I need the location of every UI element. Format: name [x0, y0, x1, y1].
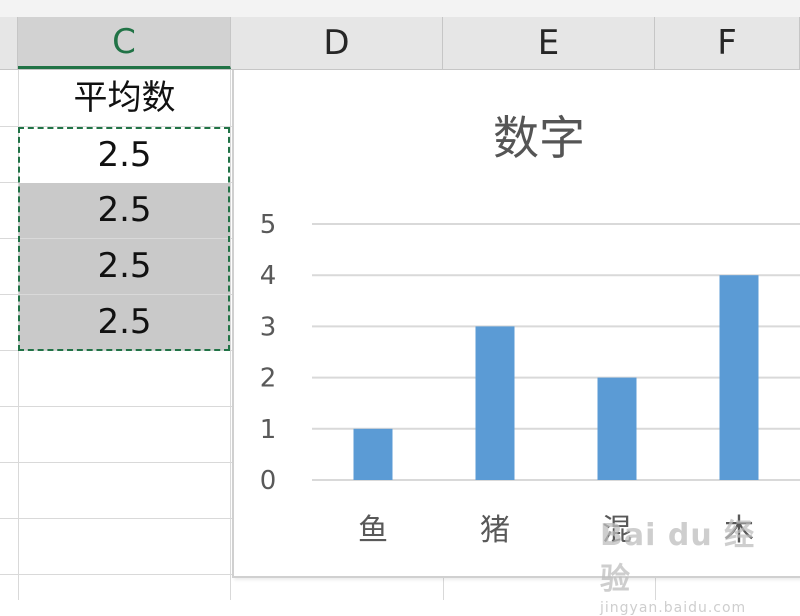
cell-c1-header[interactable]: 平均数	[19, 71, 230, 126]
watermark-logo: Bai du 经验 jingyan.baidu.com	[600, 510, 780, 616]
bar-鱼[interactable]	[353, 428, 393, 480]
column-header-row: C D E F	[0, 17, 800, 70]
chart-canvas: 数字 012345 鱼猪混木	[260, 111, 800, 548]
grid-line	[230, 70, 231, 600]
grid-line	[0, 126, 232, 127]
grid-line	[0, 350, 232, 351]
grid-line	[0, 574, 232, 575]
cell-c4[interactable]: 2.5	[19, 239, 230, 294]
bar-chart[interactable]: 数字 012345 鱼猪混木	[232, 70, 800, 578]
column-header-e[interactable]: E	[443, 17, 655, 69]
formula-bar-edge	[0, 0, 800, 18]
grid-line	[0, 518, 232, 519]
watermark-brand: Bai du 经验	[600, 518, 756, 597]
y-tick-label: 4	[260, 261, 277, 291]
spreadsheet: C D E F 平均数 2.5 2.5 2.5 2.5 数字 0 1 2 3 4 5 鱼 猪…	[0, 0, 800, 616]
cell-c2[interactable]: 2.5	[19, 128, 230, 183]
watermark-url: jingyan.baidu.com	[600, 600, 747, 616]
bar-混[interactable]	[597, 377, 637, 480]
column-header-c[interactable]: C	[18, 17, 231, 69]
y-tick-label: 5	[260, 210, 277, 240]
y-tick-label: 2	[260, 364, 277, 394]
grid-line	[0, 406, 232, 407]
row-header-stub[interactable]	[0, 17, 18, 69]
column-header-d[interactable]: D	[231, 17, 443, 69]
y-tick-label: 3	[260, 312, 277, 342]
column-header-f[interactable]: F	[655, 17, 800, 69]
cell-c5[interactable]: 2.5	[19, 295, 230, 350]
bar-猪[interactable]	[475, 326, 515, 480]
x-category-label: 鱼	[358, 513, 388, 548]
bar-木[interactable]	[719, 275, 759, 480]
x-category-label: 猪	[480, 513, 510, 548]
chart-title[interactable]: 数字	[493, 111, 585, 165]
cell-c3[interactable]: 2.5	[19, 183, 230, 238]
grid-line	[0, 462, 232, 463]
y-tick-label: 1	[260, 415, 277, 445]
y-tick-label: 0	[260, 466, 277, 496]
